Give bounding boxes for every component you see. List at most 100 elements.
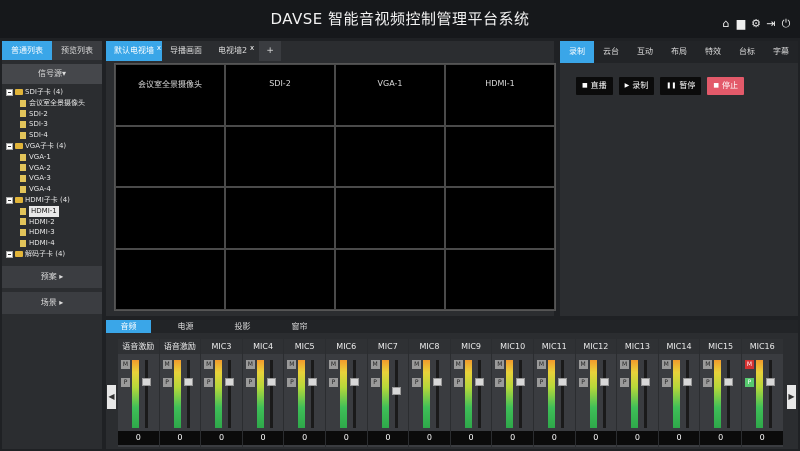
video-cell[interactable] xyxy=(225,125,335,187)
folder-icon[interactable]: ▆ xyxy=(735,18,747,30)
fader-knob[interactable] xyxy=(183,378,193,386)
tree-item[interactable]: SDI-2 xyxy=(6,109,102,120)
phantom-button[interactable]: P xyxy=(287,378,297,387)
video-cell[interactable] xyxy=(335,248,445,310)
mute-button[interactable]: M xyxy=(536,360,546,369)
control-button-1[interactable]: ▶ 录制 xyxy=(618,77,655,95)
tab-video-2[interactable]: 电视墙2 x xyxy=(210,41,255,61)
tree-item[interactable]: VGA-2 xyxy=(6,163,102,174)
phantom-button[interactable]: P xyxy=(495,378,505,387)
tab-device-2[interactable]: 投影 xyxy=(220,320,265,333)
tab-control-1[interactable]: 云台 xyxy=(594,41,628,63)
fader-track[interactable] xyxy=(269,360,273,428)
fader-knob[interactable] xyxy=(599,378,609,386)
mute-button[interactable]: M xyxy=(495,360,505,369)
control-button-3[interactable]: ■ 停止 xyxy=(707,77,745,95)
video-cell[interactable] xyxy=(445,248,555,310)
mute-button[interactable]: M xyxy=(162,360,172,369)
tree-item[interactable]: HDMI-4 xyxy=(6,238,102,249)
fader-knob[interactable] xyxy=(391,387,401,395)
mute-button[interactable]: M xyxy=(328,360,338,369)
video-cell[interactable] xyxy=(225,187,335,249)
phantom-button[interactable]: P xyxy=(204,378,214,387)
fader-track[interactable] xyxy=(768,360,772,428)
phantom-button[interactable]: P xyxy=(121,378,130,387)
mute-button[interactable]: M xyxy=(703,360,713,369)
video-cell[interactable] xyxy=(445,187,555,249)
mute-button[interactable]: M xyxy=(661,360,671,369)
tree-item[interactable]: HDMI-2 xyxy=(6,217,102,228)
home-icon[interactable]: ⌂ xyxy=(720,18,732,30)
fader-track[interactable] xyxy=(436,360,440,428)
control-button-0[interactable]: ■ 直播 xyxy=(576,77,613,95)
tree-group[interactable]: 解码子卡 (4) xyxy=(6,249,102,260)
phantom-button[interactable]: P xyxy=(328,378,338,387)
expand-toggle-icon[interactable] xyxy=(6,142,13,150)
tree-item[interactable]: VGA-1 xyxy=(6,152,102,163)
fader-track[interactable] xyxy=(352,360,356,428)
mute-button[interactable]: M xyxy=(744,360,754,369)
phantom-button[interactable]: P xyxy=(245,378,255,387)
video-cell[interactable]: HDMI-1 xyxy=(445,64,555,126)
mute-button[interactable]: M xyxy=(204,360,214,369)
video-cell[interactable]: VGA-1 xyxy=(335,64,445,126)
fader-track[interactable] xyxy=(644,360,648,428)
tree-group[interactable]: SDI子卡 (4) xyxy=(6,87,102,98)
video-cell[interactable] xyxy=(115,125,225,187)
fader-track[interactable] xyxy=(477,360,481,428)
tab-device-1[interactable]: 电源 xyxy=(163,320,208,333)
scene-section[interactable]: 场景 ▸ xyxy=(2,291,102,314)
fader-knob[interactable] xyxy=(308,378,318,386)
mute-button[interactable]: M xyxy=(578,360,588,369)
video-cell[interactable] xyxy=(445,125,555,187)
video-cell[interactable] xyxy=(115,187,225,249)
tab-control-3[interactable]: 布局 xyxy=(662,41,696,63)
fader-track[interactable] xyxy=(685,360,689,428)
gear-icon[interactable]: ⚙ xyxy=(750,18,762,30)
phantom-button[interactable]: P xyxy=(620,378,630,387)
video-cell[interactable]: 会议室全景摄像头 xyxy=(115,64,225,126)
tab-control-2[interactable]: 互动 xyxy=(628,41,662,63)
tab-control-5[interactable]: 台标 xyxy=(730,41,764,63)
phantom-button[interactable]: P xyxy=(703,378,713,387)
phantom-button[interactable]: P xyxy=(578,378,588,387)
fader-track[interactable] xyxy=(145,360,148,428)
phantom-button[interactable]: P xyxy=(661,378,671,387)
add-tab-button[interactable]: + xyxy=(259,41,282,61)
fader-knob[interactable] xyxy=(765,378,775,386)
logout-icon[interactable]: ⇥ xyxy=(765,18,777,30)
fader-track[interactable] xyxy=(519,360,523,428)
fader-knob[interactable] xyxy=(225,378,235,386)
fader-track[interactable] xyxy=(560,360,564,428)
fader-knob[interactable] xyxy=(142,378,151,386)
phantom-button[interactable]: P xyxy=(453,378,463,387)
fader-knob[interactable] xyxy=(682,378,692,386)
tab-device-3[interactable]: 窗帘 xyxy=(277,320,322,333)
video-cell[interactable] xyxy=(115,248,225,310)
fader-knob[interactable] xyxy=(557,378,567,386)
close-icon[interactable]: x xyxy=(157,38,161,58)
phantom-button[interactable]: P xyxy=(162,378,172,387)
mixer-prev-arrow[interactable]: ◀ xyxy=(107,385,116,409)
expand-toggle-icon[interactable] xyxy=(6,88,13,96)
mute-button[interactable]: M xyxy=(245,360,255,369)
tree-item[interactable]: HDMI-1 xyxy=(6,205,102,217)
tree-item[interactable]: SDI-4 xyxy=(6,130,102,141)
signal-source-header[interactable]: 信号源▾ xyxy=(2,64,102,84)
tree-item[interactable]: HDMI-3 xyxy=(6,227,102,238)
video-cell[interactable] xyxy=(335,187,445,249)
fader-track[interactable] xyxy=(186,360,190,428)
phantom-button[interactable]: P xyxy=(370,378,380,387)
mute-button[interactable]: M xyxy=(412,360,422,369)
fader-track[interactable] xyxy=(602,360,606,428)
tab-left-1[interactable]: 预览列表 xyxy=(52,41,102,60)
fader-knob[interactable] xyxy=(349,378,359,386)
tree-item[interactable]: SDI-3 xyxy=(6,119,102,130)
tab-left-0[interactable]: 普通列表 xyxy=(2,41,52,60)
expand-toggle-icon[interactable] xyxy=(6,250,13,258)
tree-item[interactable]: VGA-4 xyxy=(6,184,102,195)
tree-item[interactable]: VGA-3 xyxy=(6,173,102,184)
video-cell[interactable] xyxy=(335,125,445,187)
mute-button[interactable]: M xyxy=(620,360,630,369)
video-cell[interactable] xyxy=(225,248,335,310)
